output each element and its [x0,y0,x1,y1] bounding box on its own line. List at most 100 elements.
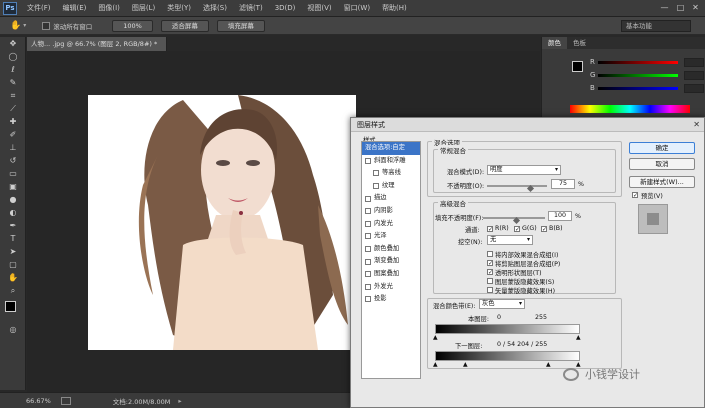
advanced-option-checkbox[interactable] [487,251,493,257]
advanced-option-checkbox[interactable]: ✓ [487,260,493,267]
fill-screen-button[interactable]: 填充屏幕 [216,19,265,32]
style-list-item[interactable]: 描边 [362,192,420,205]
advanced-option-checkbox[interactable]: ✓ [487,269,493,276]
move-tool-icon[interactable]: ✥ [0,37,26,50]
panel-foreground-color[interactable] [572,61,583,72]
menu-item[interactable]: 编辑(E) [57,0,93,17]
underlying-black-handle[interactable]: ▲ [433,361,438,368]
style-list-item[interactable]: 颜色叠加 [362,243,420,256]
quick-select-tool-icon[interactable]: ✎ [0,76,26,89]
zoom-tool-icon[interactable]: ⌕ [0,284,26,297]
style-checkbox[interactable] [365,208,371,215]
style-checkbox[interactable] [373,170,379,177]
style-checkbox[interactable] [365,246,371,253]
menu-item[interactable]: 选择(S) [197,0,233,17]
stamp-tool-icon[interactable]: ⊥ [0,141,26,154]
zoom-100-button[interactable]: 100% [112,19,153,32]
menu-item[interactable]: 滤镜(T) [233,0,269,17]
style-checkbox[interactable] [365,220,371,227]
chevron-down-icon[interactable]: ▾ [23,22,26,29]
style-checkbox[interactable] [365,271,371,278]
fit-screen-button[interactable]: 适合屏幕 [160,19,209,32]
dodge-tool-icon[interactable]: ◐ [0,206,26,219]
eyedropper-tool-icon[interactable]: ⟋ [0,102,26,115]
knockout-select[interactable]: 无 [487,235,533,245]
path-select-icon[interactable]: ➤ [0,245,26,258]
style-list-item[interactable]: 斜面和浮雕 [362,155,420,168]
menu-item[interactable]: 窗口(W) [338,0,376,17]
fill-opacity-input[interactable]: 100 [548,211,572,221]
style-checkbox[interactable] [373,183,379,190]
workspace-select[interactable]: 基本功能 [621,20,691,32]
hand-tool-icon[interactable]: ✋ [0,271,26,284]
style-checkbox[interactable] [365,195,371,202]
advanced-option-checkbox[interactable] [487,287,493,293]
document-tab[interactable]: 人物... .jpg @ 66.7% (图层 2, RGB/8#) * [27,37,167,51]
blend-mode-select[interactable]: 明度 [487,165,561,175]
menu-item[interactable]: 3D(D) [269,0,302,17]
close-icon[interactable]: ✕ [693,120,700,129]
style-list-item[interactable]: 内发光 [362,218,420,231]
minimize-icon[interactable]: — [658,2,671,13]
advanced-option-checkbox[interactable] [487,278,493,284]
channel-r-checkbox[interactable]: ✓ [487,226,493,233]
style-list-item[interactable]: 内阴影 [362,205,420,218]
this-layer-white-handle[interactable]: ▲ [576,334,581,341]
style-list-item[interactable]: 等高线 [362,167,420,180]
pen-tool-icon[interactable]: ✒ [0,219,26,232]
tab-color[interactable]: 颜色 [542,37,567,49]
blur-tool-icon[interactable]: ● [0,193,26,206]
style-checkbox[interactable] [365,157,371,164]
menu-item[interactable]: 图像(I) [92,0,126,17]
close-icon[interactable]: ✕ [689,2,702,13]
underlying-white-split-handle[interactable]: ▲ [546,361,551,368]
color-spectrum[interactable] [570,105,690,113]
channel-g-checkbox[interactable]: ✓ [514,226,520,233]
green-value-field[interactable] [684,70,704,80]
red-slider[interactable] [598,60,678,64]
style-list-item[interactable]: 投影 [362,293,420,306]
style-list-item[interactable]: 混合选项:自定 [362,142,420,155]
marquee-tool-icon[interactable]: ◯ [0,50,26,63]
quick-mask-icon[interactable]: ◎ [0,323,26,336]
style-list-item[interactable]: 外发光 [362,281,420,294]
style-list-item[interactable]: 纹理 [362,180,420,193]
menu-item[interactable]: 视图(V) [301,0,337,17]
eraser-tool-icon[interactable]: ▭ [0,167,26,180]
type-tool-icon[interactable]: T [0,232,26,245]
lasso-tool-icon[interactable]: ℓ [0,63,26,76]
healing-tool-icon[interactable]: ✚ [0,115,26,128]
ok-button[interactable]: 确定 [629,142,695,154]
color-swatches[interactable] [0,297,25,323]
cancel-button[interactable]: 取消 [629,158,695,170]
tab-swatches[interactable]: 色板 [567,37,592,49]
channel-b-checkbox[interactable]: ✓ [541,226,547,233]
red-value-field[interactable] [684,57,704,67]
underlying-gradient[interactable] [435,351,580,361]
green-slider[interactable] [598,73,678,77]
menu-item[interactable]: 图层(L) [126,0,161,17]
underlying-black-split-handle[interactable]: ▲ [463,361,468,368]
maximize-icon[interactable]: □ [674,2,687,13]
this-layer-black-handle[interactable]: ▲ [433,334,438,341]
blue-slider[interactable] [598,86,678,90]
style-list-item[interactable]: 渐变叠加 [362,255,420,268]
status-menu-icon[interactable] [60,396,71,405]
style-list-item[interactable]: 光泽 [362,230,420,243]
style-checkbox[interactable] [365,258,371,265]
shape-tool-icon[interactable]: ▢ [0,258,26,271]
menu-item[interactable]: 帮助(H) [376,0,413,17]
style-checkbox[interactable] [365,296,371,303]
foreground-color[interactable] [5,301,16,312]
brush-tool-icon[interactable]: ✐ [0,128,26,141]
new-style-button[interactable]: 新建样式(W)... [629,176,695,188]
status-arrow-icon[interactable]: ▸ [178,397,181,405]
scroll-all-checkbox[interactable] [42,21,51,30]
style-checkbox[interactable] [365,283,371,290]
menu-item[interactable]: 文件(F) [21,0,57,17]
blue-value-field[interactable] [684,83,704,93]
this-layer-gradient[interactable] [435,324,580,334]
blend-if-select[interactable]: 灰色 [479,299,525,309]
gradient-tool-icon[interactable]: ▣ [0,180,26,193]
style-list-item[interactable]: 图案叠加 [362,268,420,281]
